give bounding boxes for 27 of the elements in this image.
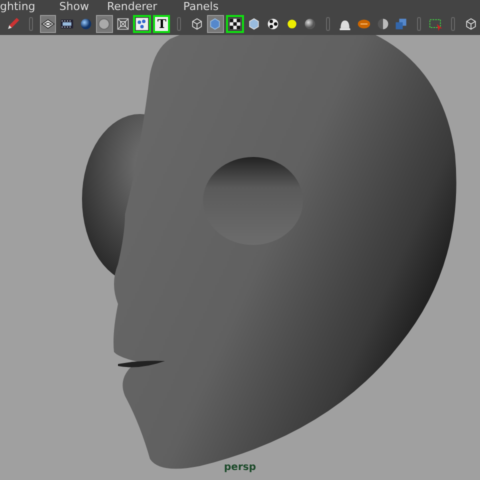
grid-plane-icon — [40, 17, 55, 31]
menu-item[interactable]: ghting — [0, 0, 36, 13]
marquee-select-icon — [428, 17, 443, 31]
light-icon — [284, 17, 299, 31]
stacked-cubes-icon — [394, 17, 408, 31]
pencil-icon — [6, 17, 20, 31]
menu-item[interactable]: Show — [59, 0, 89, 13]
film-strip-icon — [60, 17, 74, 31]
checker-icon — [228, 17, 242, 31]
wireframe-box-icon — [116, 17, 130, 31]
toolbar-button[interactable] — [226, 15, 244, 33]
dots-icon — [135, 17, 150, 31]
ball-icon — [356, 17, 371, 31]
toolbar-button[interactable] — [40, 15, 56, 33]
circle-icon — [97, 17, 112, 31]
menu-item[interactable]: Renderer — [106, 0, 158, 13]
shaded-sphere-icon — [78, 17, 93, 31]
half-sphere-icon — [376, 17, 390, 31]
text-tool-button[interactable]: T — [153, 15, 170, 33]
shaded-cube-icon — [208, 17, 222, 31]
toolbar-button[interactable] — [133, 15, 152, 33]
wireframe-cube-icon — [190, 17, 204, 31]
menu-item[interactable]: Panels — [183, 0, 219, 13]
camera-label: persp — [224, 462, 256, 473]
light-cube-icon — [247, 17, 262, 31]
sphere-icon — [303, 17, 318, 31]
checker-sphere-icon — [266, 17, 280, 31]
